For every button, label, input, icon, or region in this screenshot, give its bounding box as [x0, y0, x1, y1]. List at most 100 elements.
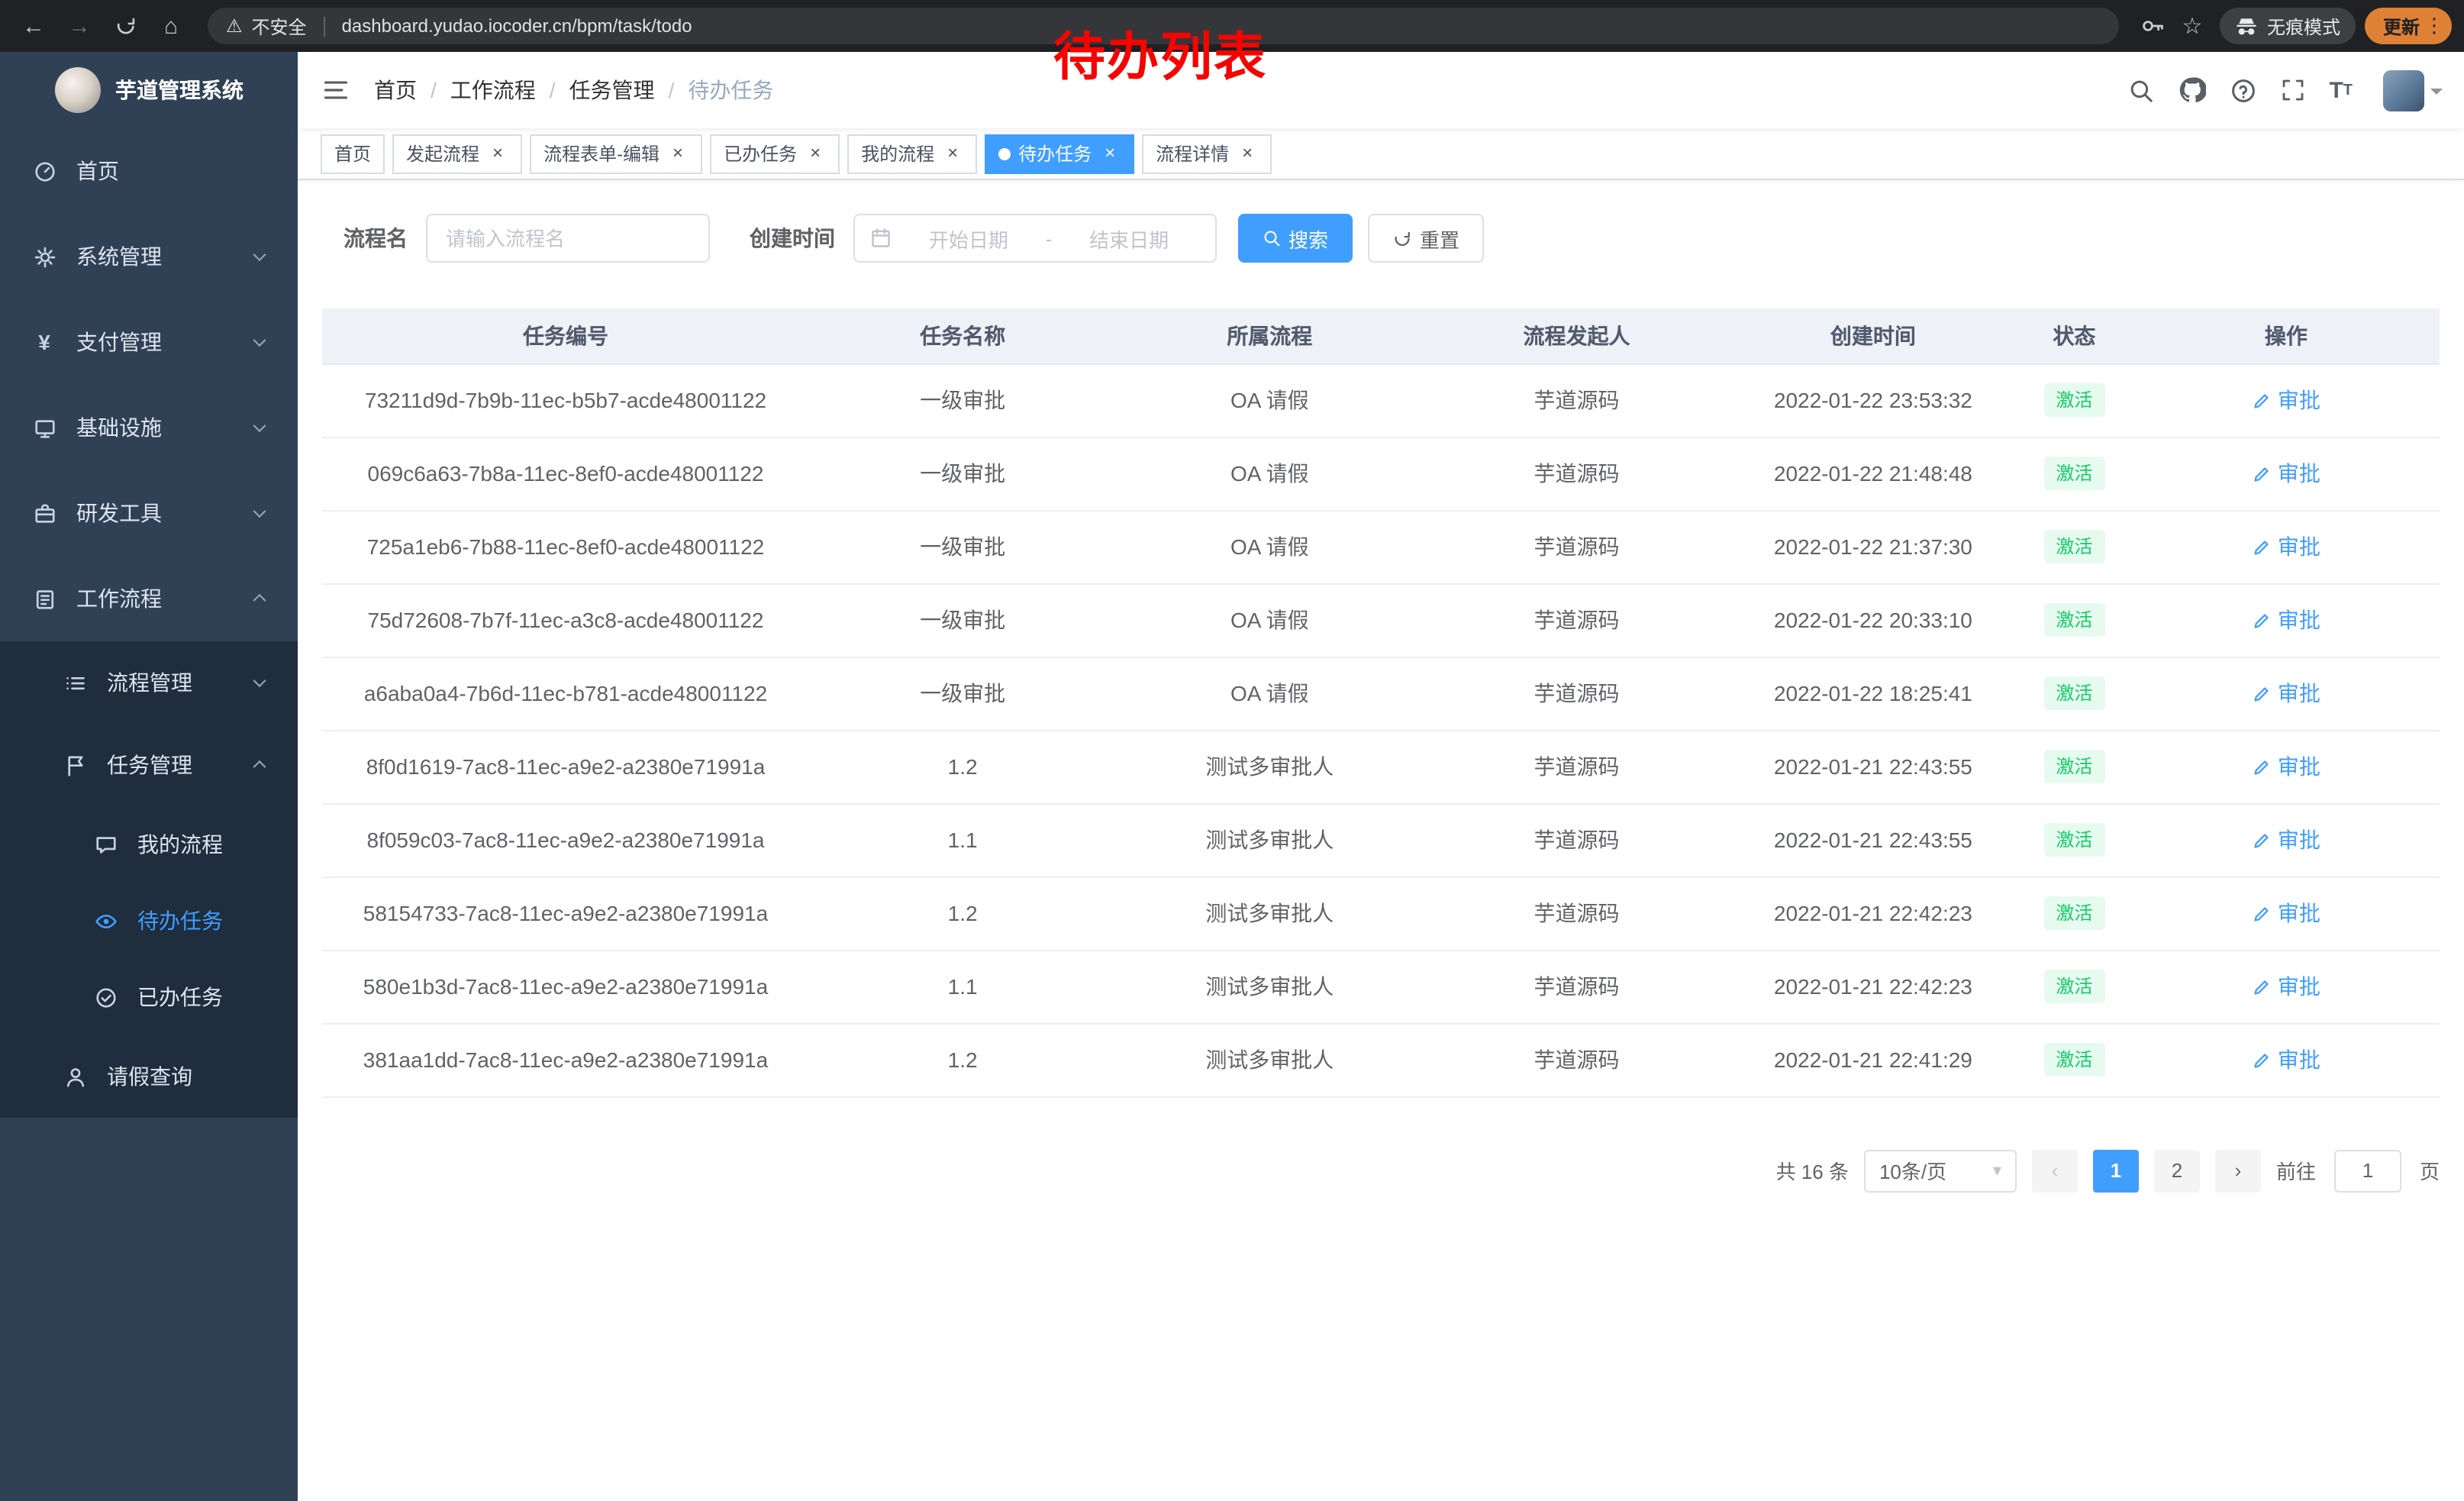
- approve-button[interactable]: 审批: [2252, 898, 2320, 928]
- reset-button[interactable]: 重置: [1368, 214, 1484, 263]
- approve-button[interactable]: 审批: [2252, 751, 2320, 782]
- search-button-icon: [1263, 229, 1281, 247]
- breadcrumb-item[interactable]: 首页: [374, 75, 417, 105]
- cell-task-id: 73211d9d-7b9b-11ec-b5b7-acde48001122: [322, 363, 809, 437]
- cell-create-time: 2022-01-21 22:43:55: [1730, 803, 2016, 876]
- cell-process: OA 请假: [1116, 510, 1423, 583]
- sidebar-item-task-management[interactable]: 任务管理: [0, 724, 298, 806]
- sidebar-item-my-process[interactable]: 我的流程: [0, 806, 298, 883]
- security-label[interactable]: 不安全: [252, 13, 307, 39]
- search-button[interactable]: 搜索: [1238, 214, 1353, 263]
- page-size-select[interactable]: 10条/页 ▾: [1864, 1149, 2017, 1192]
- help-icon[interactable]: [2230, 77, 2256, 103]
- incognito-label: 无痕模式: [2267, 13, 2340, 39]
- tab-item[interactable]: 我的流程×: [847, 134, 977, 173]
- cell-starter: 芋道源码: [1423, 510, 1730, 583]
- cell-process: OA 请假: [1116, 657, 1423, 730]
- sidebar-toggle[interactable]: [298, 52, 374, 128]
- search-icon[interactable]: [2127, 77, 2153, 103]
- cell-status: 激活: [2016, 876, 2133, 950]
- end-date-placeholder: 结束日期: [1058, 224, 1200, 253]
- date-range-picker[interactable]: 开始日期 - 结束日期: [853, 214, 1217, 263]
- font-size-icon[interactable]: TT: [2329, 77, 2353, 103]
- tab-item[interactable]: 已办任务×: [710, 134, 840, 173]
- edit-icon: [2252, 757, 2272, 776]
- bookmark-star-icon[interactable]: ☆: [2174, 12, 2211, 40]
- tab-item[interactable]: 首页: [321, 134, 385, 173]
- breadcrumb-item[interactable]: 任务管理: [569, 75, 655, 105]
- sidebar-item-system[interactable]: 系统管理: [0, 214, 298, 299]
- reload-icon[interactable]: [104, 5, 147, 47]
- approve-button[interactable]: 审批: [2252, 605, 2320, 635]
- cell-status: 激活: [2016, 437, 2133, 510]
- close-icon[interactable]: ×: [1237, 143, 1258, 164]
- sidebar-item-process-management[interactable]: 流程管理: [0, 641, 298, 724]
- close-icon[interactable]: ×: [942, 143, 963, 164]
- cell-task-id: a6aba0a4-7b6d-11ec-b781-acde48001122: [322, 657, 809, 730]
- page-button[interactable]: 2: [2154, 1149, 2200, 1192]
- github-icon[interactable]: [2178, 76, 2205, 104]
- key-icon[interactable]: [2134, 14, 2171, 38]
- sidebar-item-todo-task[interactable]: 待办任务: [0, 883, 298, 959]
- next-page-button[interactable]: ›: [2215, 1149, 2261, 1192]
- approve-button[interactable]: 审批: [2252, 825, 2320, 855]
- cell-create-time: 2022-01-22 21:37:30: [1730, 510, 2016, 583]
- goto-page-input[interactable]: [2334, 1149, 2401, 1192]
- forward-icon[interactable]: →: [58, 5, 101, 47]
- page-button[interactable]: 1: [2093, 1149, 2139, 1192]
- create-time-label: 创建时间: [750, 223, 835, 253]
- cell-action: 审批: [2133, 803, 2440, 876]
- tab-item[interactable]: 待办任务×: [985, 134, 1134, 173]
- update-button[interactable]: 更新 ⋮: [2365, 8, 2452, 44]
- address-divider: [324, 16, 325, 36]
- avatar[interactable]: [2383, 69, 2443, 111]
- close-icon[interactable]: ×: [1099, 143, 1121, 164]
- cell-action: 审批: [2133, 657, 2440, 730]
- cell-process: 测试多审批人: [1116, 730, 1423, 803]
- cell-task-name: 一级审批: [809, 510, 1116, 583]
- kebab-menu-icon[interactable]: ⋮: [2424, 14, 2444, 38]
- approve-button[interactable]: 审批: [2252, 1044, 2320, 1075]
- approve-button[interactable]: 审批: [2252, 971, 2320, 1002]
- status-badge: 激活: [2043, 603, 2104, 637]
- status-badge: 激活: [2043, 970, 2104, 1003]
- url-text: dashboard.yudao.iocoder.cn/bpm/task/todo: [342, 15, 692, 37]
- app-logo[interactable]: 芋道管理系统: [0, 52, 298, 128]
- back-icon[interactable]: ←: [12, 5, 55, 47]
- sidebar-item-home[interactable]: 首页: [0, 128, 298, 214]
- breadcrumb-item[interactable]: 工作流程: [450, 75, 536, 105]
- sidebar-item-infrastructure[interactable]: 基础设施: [0, 385, 298, 470]
- sidebar-item-payment[interactable]: ¥支付管理: [0, 299, 298, 385]
- gear-icon: [31, 245, 58, 268]
- approve-button[interactable]: 审批: [2252, 531, 2320, 562]
- approve-button[interactable]: 审批: [2252, 385, 2320, 415]
- sidebar-item-workflow[interactable]: 工作流程: [0, 556, 298, 641]
- cell-process: OA 请假: [1116, 363, 1423, 437]
- cell-starter: 芋道源码: [1423, 363, 1730, 437]
- yen-icon: ¥: [31, 330, 58, 354]
- warning-icon: ⚠: [226, 15, 243, 37]
- close-icon[interactable]: ×: [805, 143, 826, 164]
- tab-item[interactable]: 流程详情×: [1142, 134, 1272, 173]
- sidebar-item-leave-query[interactable]: 请假查询: [0, 1035, 298, 1118]
- close-icon[interactable]: ×: [487, 143, 508, 164]
- tab-label: 首页: [334, 140, 371, 166]
- cell-starter: 芋道源码: [1423, 1023, 1730, 1096]
- process-name-input[interactable]: [426, 214, 710, 263]
- eye-icon: [92, 909, 119, 932]
- table-row: a6aba0a4-7b6d-11ec-b781-acde48001122一级审批…: [322, 657, 2440, 730]
- table-row: 75d72608-7b7f-11ec-a3c8-acde48001122一级审批…: [322, 583, 2440, 657]
- cell-task-name: 1.1: [809, 950, 1116, 1023]
- fullscreen-icon[interactable]: [2280, 78, 2304, 102]
- approve-button[interactable]: 审批: [2252, 678, 2320, 709]
- sidebar-item-dev-tools[interactable]: 研发工具: [0, 470, 298, 556]
- cell-task-id: 580e1b3d-7ac8-11ec-a9e2-a2380e71991a: [322, 950, 809, 1023]
- sidebar-item-done-task[interactable]: 已办任务: [0, 959, 298, 1035]
- approve-button[interactable]: 审批: [2252, 458, 2320, 489]
- column-header: 状态: [2016, 308, 2133, 363]
- close-icon[interactable]: ×: [667, 143, 689, 164]
- prev-page-button[interactable]: ‹: [2032, 1149, 2078, 1192]
- home-icon[interactable]: ⌂: [150, 5, 192, 47]
- tab-item[interactable]: 发起流程×: [392, 134, 522, 173]
- tab-item[interactable]: 流程表单-编辑×: [530, 134, 702, 173]
